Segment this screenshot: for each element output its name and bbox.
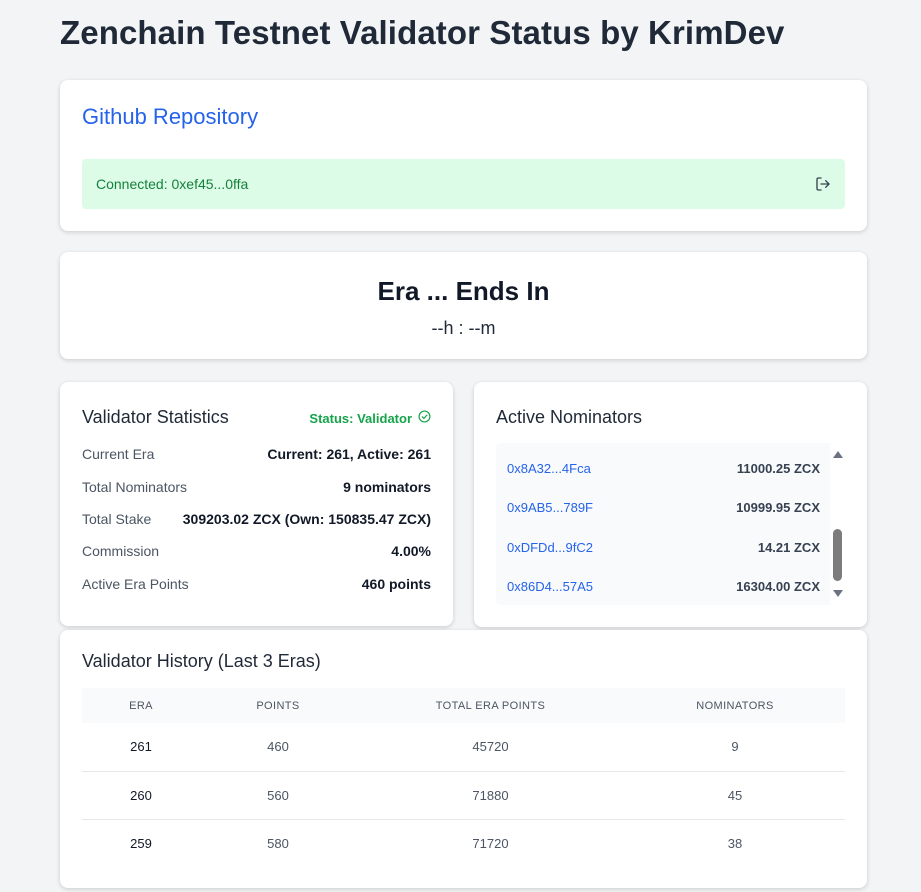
table-row: 259 580 71720 38 (82, 819, 845, 867)
validator-statistics-title: Validator Statistics (82, 407, 229, 427)
nominators-cell: 45 (727, 787, 743, 803)
points-cell: 580 (267, 835, 289, 851)
column-header-nominators: Nominators (696, 699, 774, 712)
stat-value: Current: 261, Active: 261 (267, 446, 431, 462)
table-row: 261 460 45720 9 (82, 723, 845, 771)
stat-value: 460 points (361, 576, 431, 592)
connection-status-text: Connected: 0xef45...0ffa (96, 176, 249, 192)
stat-row-total-stake: Total Stake 309203.02 ZCX (Own: 150835.4… (82, 509, 431, 529)
nominator-amount: 16304.00 ZCX (736, 578, 820, 594)
nominators-cell: 38 (727, 835, 743, 851)
total-era-points-cell: 71880 (472, 787, 509, 803)
stat-label: Total Stake (82, 511, 152, 527)
era-countdown: --h : --m (431, 318, 496, 338)
nominators-cell: 9 (731, 739, 739, 755)
era-cell: 260 (130, 787, 152, 803)
status-badge: Status: Validator (309, 410, 431, 426)
stat-label: Total Nominators (82, 479, 188, 495)
stat-value: 309203.02 ZCX (Own: 150835.47 ZCX) (182, 511, 431, 527)
connection-status-bar: Connected: 0xef45...0ffa (82, 159, 845, 209)
logout-icon[interactable] (813, 174, 833, 194)
check-circle-icon (418, 410, 431, 426)
nominator-item: 0x8A32...4Fca 11000.25 ZCX (496, 453, 830, 483)
column-header-points: Points (256, 699, 300, 712)
stat-row-current-era: Current Era Current: 261, Active: 261 (82, 444, 431, 464)
nominator-address-link[interactable]: 0x9AB5...789F (507, 500, 593, 515)
points-cell: 560 (267, 787, 289, 803)
nominator-list[interactable]: 0x8A32...4Fca 11000.25 ZCX 0x9AB5...789F… (496, 443, 845, 605)
validator-history-table: Era Points Total Era Points Nominators 2… (82, 688, 845, 867)
table-row: 260 560 71880 45 (82, 771, 845, 819)
stat-row-total-nominators: Total Nominators 9 nominators (82, 477, 431, 497)
validator-statistics-card: Validator Statistics Status: Validator C… (60, 382, 453, 626)
stat-label: Current Era (82, 446, 155, 462)
nominator-item: 0xDFDd...9fC2 14.21 ZCX (496, 532, 830, 562)
validator-history-title: Validator History (Last 3 Eras) (82, 651, 321, 671)
nominator-address-link[interactable]: 0x8A32...4Fca (507, 461, 591, 476)
nominator-amount: 14.21 ZCX (757, 539, 820, 555)
points-cell: 460 (267, 739, 289, 755)
nominator-amount: 10999.95 ZCX (736, 499, 820, 515)
scroll-down-arrow-icon[interactable] (833, 590, 843, 597)
era-title: Era ... Ends In (377, 276, 550, 306)
total-era-points-cell: 45720 (472, 739, 509, 755)
era-cell: 261 (130, 739, 152, 755)
nominator-address-link[interactable]: 0xDFDd...9fC2 (507, 540, 593, 555)
scrollbar-thumb[interactable] (833, 529, 842, 581)
table-header-row: Era Points Total Era Points Nominators (82, 688, 845, 723)
stat-label: Commission (82, 543, 160, 559)
nominator-address-link[interactable]: 0x86D4...57A5 (507, 579, 593, 594)
scroll-up-arrow-icon[interactable] (833, 451, 843, 458)
era-cell: 259 (130, 835, 152, 851)
column-header-era: Era (129, 699, 153, 712)
active-nominators-title: Active Nominators (496, 407, 643, 427)
stat-label: Active Era Points (82, 576, 189, 592)
stat-value: 4.00% (391, 543, 431, 559)
github-repository-link[interactable]: Github Repository (82, 104, 258, 130)
validator-history-card: Validator History (Last 3 Eras) Era Poin… (60, 630, 867, 888)
page-title: Zenchain Testnet Validator Status by Kri… (60, 14, 785, 51)
era-countdown-card: Era ... Ends In --h : --m (60, 252, 867, 359)
status-text: Status: Validator (309, 410, 412, 426)
stat-row-active-era-points: Active Era Points 460 points (82, 574, 431, 594)
total-era-points-cell: 71720 (472, 835, 509, 851)
repository-card: Github Repository Connected: 0xef45...0f… (60, 80, 867, 231)
stat-row-commission: Commission 4.00% (82, 541, 431, 561)
nominator-amount: 11000.25 ZCX (736, 460, 820, 476)
column-header-total-era-points: Total Era Points (435, 699, 546, 712)
stat-value: 9 nominators (343, 479, 431, 495)
nominator-item: 0x9AB5...789F 10999.95 ZCX (496, 492, 830, 522)
active-nominators-card: Active Nominators 0x8A32...4Fca 11000.25… (474, 382, 867, 627)
nominator-list-scrollbar[interactable] (830, 443, 845, 605)
nominator-item: 0x86D4...57A5 16304.00 ZCX (496, 571, 830, 601)
